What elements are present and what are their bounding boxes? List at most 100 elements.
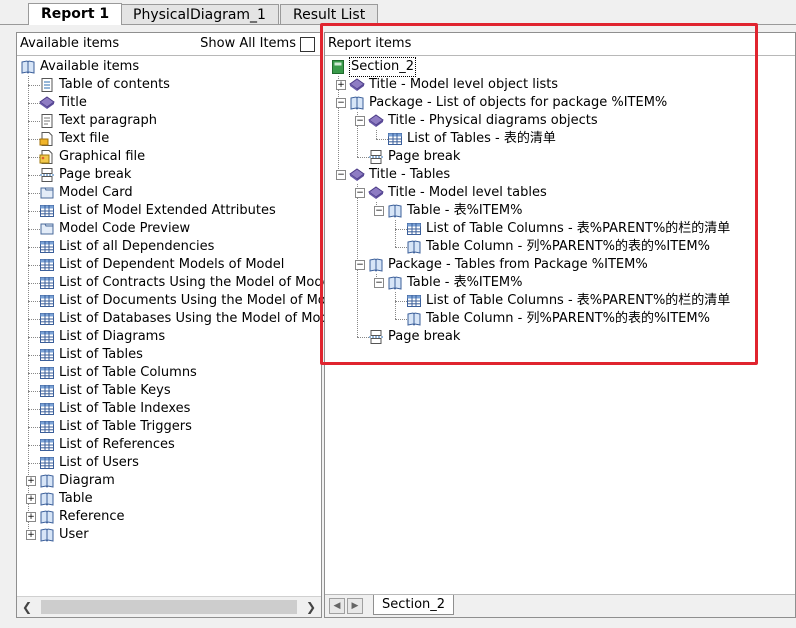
left-tree-item[interactable]: Page break [39, 166, 131, 184]
left-tree-item[interactable]: List of all Dependencies [39, 238, 214, 256]
left-tree-item[interactable]: Model Code Preview [39, 220, 190, 238]
left-tree-item[interactable]: List of References [39, 436, 175, 454]
left-tree-item[interactable]: List of Users [39, 454, 139, 472]
left-tree-item-label: Model Code Preview [59, 221, 191, 236]
graphical-file-icon [39, 149, 55, 165]
left-tree-item[interactable]: List of Dependent Models of Model [39, 256, 284, 274]
expand-icon[interactable]: + [26, 494, 36, 504]
left-tree-item-label: Model Card [59, 185, 133, 200]
tab-section-2[interactable]: Section_2 [373, 595, 455, 615]
highlight-box [320, 23, 758, 365]
left-tree-item-label: List of Table Columns [59, 365, 197, 380]
left-tree-item[interactable]: Title [39, 94, 87, 112]
left-tree-item[interactable]: Table of contents [39, 76, 170, 94]
left-tree-item-label: Table of contents [59, 77, 170, 92]
left-tree-item[interactable]: List of Table Indexes [39, 400, 190, 418]
tab-prev-icon[interactable]: ◀ [329, 598, 345, 614]
scroll-right-arrow-icon[interactable]: ❯ [303, 599, 319, 615]
list-icon [39, 437, 55, 453]
toc-icon [39, 77, 55, 93]
scroll-left-arrow-icon[interactable]: ❮ [19, 599, 35, 615]
tab-next-icon[interactable]: ▶ [347, 598, 363, 614]
left-tree-item-label: List of Dependent Models of Model [59, 257, 285, 272]
show-all-items-checkbox[interactable] [300, 36, 315, 52]
left-tree-item[interactable]: List of Contracts Using the Model of Mod… [39, 274, 334, 292]
available-items-title: Available items [20, 36, 120, 51]
left-tree-item-label: List of Tables [59, 347, 143, 362]
left-tree-item-label: Table [59, 491, 93, 506]
book-icon [39, 473, 55, 489]
expand-icon[interactable]: + [26, 476, 36, 486]
tab-physical-diagram-1[interactable]: PhysicalDiagram_1 [120, 4, 279, 25]
left-tree-item[interactable]: List of Documents Using the Model of Mod… [39, 292, 346, 310]
left-tree-item[interactable]: Model Card [39, 184, 133, 202]
expand-icon[interactable]: + [26, 512, 36, 522]
left-tree-item-label: List of Documents Using the Model of Mod… [59, 293, 346, 308]
left-tree-item-label: List of Table Keys [59, 383, 171, 398]
left-tree-item-label: Reference [59, 509, 125, 524]
tree-connector [28, 76, 29, 535]
list-icon [39, 275, 55, 291]
title-icon [39, 95, 55, 111]
left-tree-item-label: List of Diagrams [59, 329, 166, 344]
book-icon [39, 491, 55, 507]
left-tree-item[interactable]: List of Diagrams [39, 328, 165, 346]
book-icon [39, 527, 55, 543]
left-tree-item[interactable]: Text file [39, 130, 109, 148]
list-icon [39, 383, 55, 399]
left-tree-item-label: List of all Dependencies [59, 239, 215, 254]
left-tree-item-label: Diagram [59, 473, 115, 488]
expand-icon[interactable]: + [26, 530, 36, 540]
available-items-header: Available items Show All Items [17, 33, 321, 56]
section-tab-bar: ◀ ▶ Section_2 [325, 594, 795, 617]
card-icon [39, 221, 55, 237]
left-tree-item[interactable]: List of Table Keys [39, 382, 171, 400]
list-icon [39, 401, 55, 417]
left-tree-item-label: List of Table Indexes [59, 401, 191, 416]
left-tree-item[interactable]: + Diagram [26, 472, 115, 490]
left-tree-item[interactable]: + User [26, 526, 89, 544]
left-tree-item-label: Graphical file [59, 149, 146, 164]
left-tree-item-label: List of Model Extended Attributes [59, 203, 276, 218]
left-tree-item-label: User [59, 527, 89, 542]
left-tree-item-label: Text file [59, 131, 110, 146]
left-tree-item[interactable]: List of Table Triggers [39, 418, 192, 436]
list-icon [39, 455, 55, 471]
left-tree-item[interactable]: List of Table Columns [39, 364, 197, 382]
left-tree-item[interactable]: List of Tables [39, 346, 143, 364]
left-tree-item[interactable]: Text paragraph [39, 112, 157, 130]
list-icon [39, 257, 55, 273]
text-paragraph-icon [39, 113, 55, 129]
left-tree-item-label: List of Table Triggers [59, 419, 192, 434]
list-icon [39, 293, 55, 309]
left-horizontal-scrollbar[interactable]: ❮ ❯ [17, 596, 321, 617]
book-icon [20, 59, 36, 75]
list-icon [39, 203, 55, 219]
page-break-icon [39, 167, 55, 183]
left-tree-item-label: Title [59, 95, 87, 110]
left-tree-item-label: List of Databases Using the Model of Mod… [59, 311, 341, 326]
left-tree-item-label: List of Users [59, 455, 139, 470]
list-icon [39, 419, 55, 435]
left-tree-item-label: List of References [59, 437, 175, 452]
tab-report-1[interactable]: Report 1 [28, 3, 123, 25]
left-tree-item[interactable]: + Table [26, 490, 93, 508]
left-tree-item[interactable]: List of Model Extended Attributes [39, 202, 276, 220]
left-tree-item[interactable]: Graphical file [39, 148, 145, 166]
left-tree-item-label: Page break [59, 167, 132, 182]
left-tree-item-label: Text paragraph [59, 113, 158, 128]
list-icon [39, 365, 55, 381]
left-tree-item[interactable]: List of Databases Using the Model of Mod… [39, 310, 340, 328]
text-file-icon [39, 131, 55, 147]
tab-result-list[interactable]: Result List [280, 4, 379, 25]
scroll-thumb[interactable] [41, 600, 297, 614]
card-icon [39, 185, 55, 201]
list-icon [39, 239, 55, 255]
available-items-panel: Available items Show All Items Available… [16, 32, 346, 618]
left-tree-item[interactable]: Available items [20, 58, 139, 76]
show-all-items-label: Show All Items [200, 36, 296, 51]
left-tree-item-label: List of Contracts Using the Model of Mod… [59, 275, 335, 290]
left-tree-item[interactable]: + Reference [26, 508, 124, 526]
list-icon [39, 311, 55, 327]
left-tree-item-label: Available items [40, 59, 140, 74]
